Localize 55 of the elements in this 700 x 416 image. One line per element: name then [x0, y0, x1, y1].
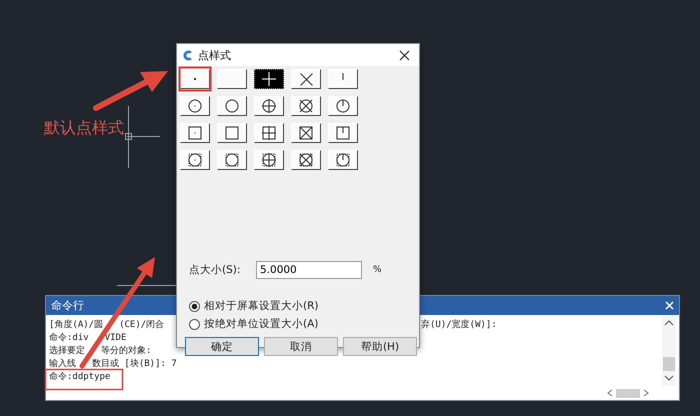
chevron-down-icon: [664, 375, 674, 382]
point-style-icon: [225, 153, 239, 167]
app-logo-icon: [181, 48, 194, 62]
command-line-text: 命令:ddptype: [49, 371, 110, 384]
plus-icon: [262, 72, 276, 86]
point-style-icon: [262, 99, 276, 113]
dialog-button[interactable]: 取消: [264, 337, 338, 356]
command-line-text: VIDE: [104, 332, 126, 345]
tick-mark-icon: [342, 72, 344, 80]
point-style-icon: [299, 99, 313, 113]
chevron-right-icon: [643, 389, 649, 397]
cross-icon: [300, 72, 312, 86]
scrollbar-thumb[interactable]: [616, 388, 640, 398]
point-style-icon: [225, 126, 239, 140]
point-style-icon: [188, 153, 202, 167]
command-line-text: 弃(U)/宽度(W)]:: [421, 319, 497, 332]
horizontal-scrollbar[interactable]: [607, 386, 649, 400]
dialog-button[interactable]: 确定: [185, 337, 259, 356]
point-style-icon: [188, 99, 202, 113]
close-button[interactable]: [665, 301, 674, 310]
close-icon: [665, 301, 674, 310]
close-icon: [398, 50, 410, 60]
command-line-text: 等分的对象:: [101, 345, 152, 358]
point-style-icon: [225, 99, 239, 113]
point-style-icon: [262, 126, 276, 140]
point-style-icon: [336, 126, 350, 140]
point-style-option[interactable]: [254, 69, 284, 89]
scrollbar-thumb[interactable]: [663, 357, 675, 371]
chevron-up-icon: [664, 319, 674, 326]
point-size-label: 点大小(S):: [189, 263, 242, 277]
chevron-left-icon: [607, 389, 613, 397]
radio-option[interactable]: 相对于屏幕设置大小(R): [189, 298, 419, 314]
command-line-text: 数目或 [块(B)]: 7: [92, 358, 177, 371]
radio-option[interactable]: 按绝对单位设置大小(A): [189, 316, 419, 332]
highlight-frame: [178, 66, 212, 92]
crosshair-cursor-icon: [125, 106, 160, 168]
drawn-line: [116, 285, 178, 286]
point-style-icon: [299, 153, 313, 167]
point-style-icon: [299, 126, 313, 140]
annotation-label: 默认点样式: [44, 118, 124, 139]
command-line-text: [角度(A)/圆: [49, 319, 104, 332]
command-line-text: 选择要定: [49, 345, 85, 358]
point-style-icon: [188, 126, 202, 140]
command-line-text: (CE)/闭合: [119, 319, 164, 332]
point-style-icon: [336, 153, 350, 167]
command-line-text: 输入线: [49, 358, 76, 371]
point-size-field[interactable]: 5.0000: [256, 261, 362, 279]
command-line-text: 命令:div: [49, 332, 89, 345]
unit-label: %: [373, 265, 382, 275]
vertical-scrollbar[interactable]: [662, 315, 676, 386]
point-style-icon: [336, 99, 350, 113]
window-title: 命令行: [51, 298, 84, 313]
point-style-icon: [262, 153, 276, 167]
dialog-button[interactable]: 帮助(H): [343, 337, 417, 356]
dialog-title: 点样式: [198, 48, 232, 62]
